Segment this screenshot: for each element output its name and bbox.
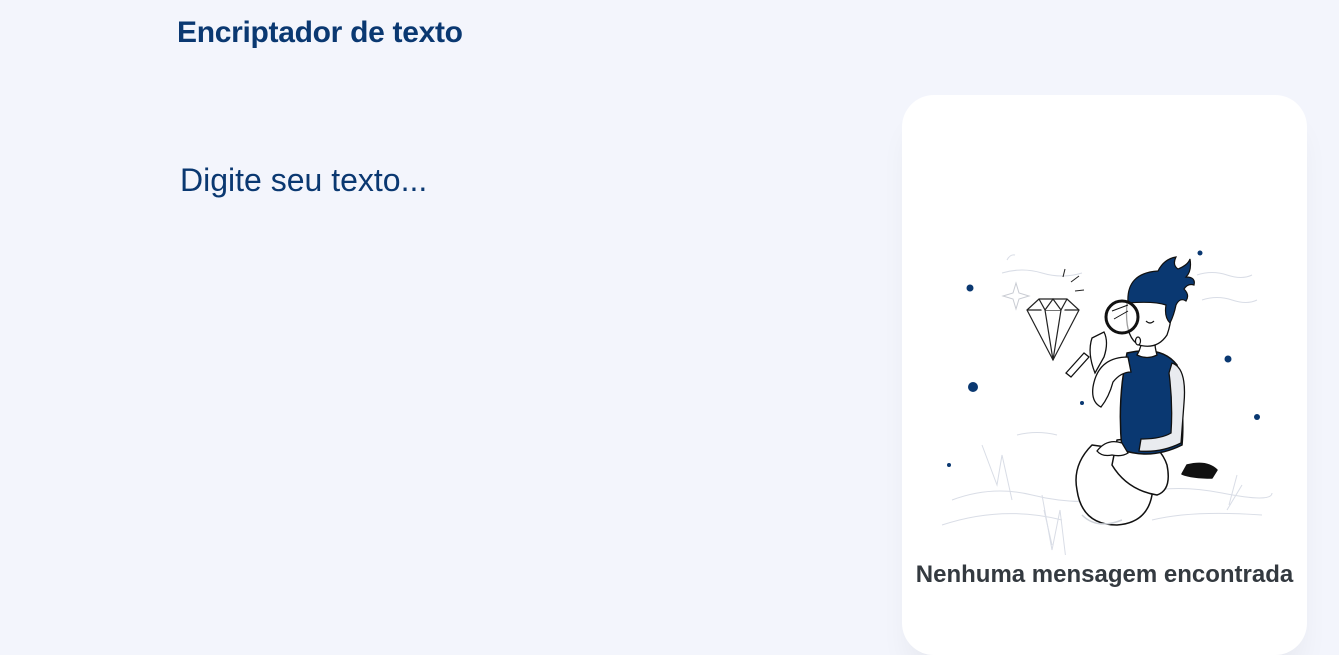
empty-message: Nenhuma mensagem encontrada	[915, 561, 1294, 588]
person-searching-diamond-illustration	[941, 250, 1273, 555]
result-panel: Nenhuma mensagem encontrada	[902, 95, 1307, 655]
text-input[interactable]	[180, 158, 860, 598]
app-title: Encriptador de texto	[177, 16, 463, 49]
